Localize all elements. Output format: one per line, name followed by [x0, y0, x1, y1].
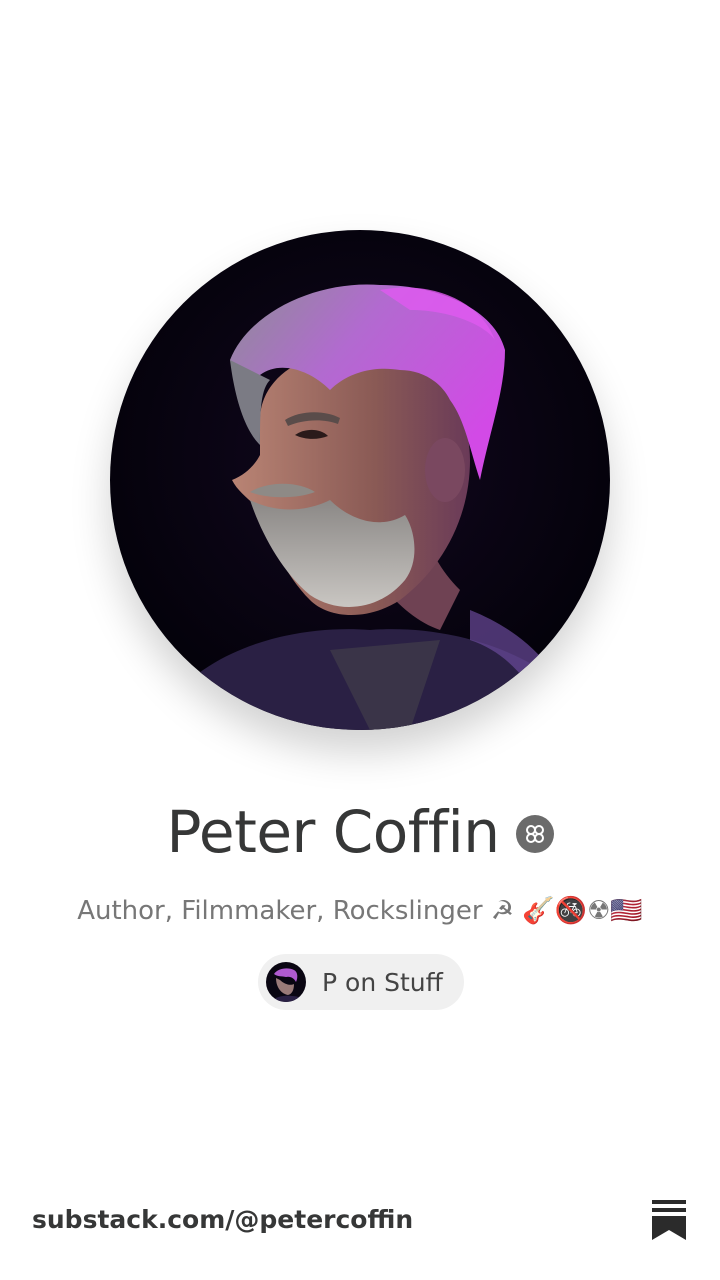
- founding-badge-icon[interactable]: [515, 815, 554, 853]
- substack-logo-icon[interactable]: [652, 1200, 686, 1240]
- publication-name: P on Stuff: [322, 967, 443, 997]
- profile-bio: Author, Filmmaker, Rockslinger ☭ 🎸🚳☢🇺🇸: [77, 896, 643, 926]
- badge-glyph: [525, 825, 544, 843]
- publication-link-button[interactable]: P on Stuff: [258, 954, 464, 1010]
- profile-avatar: [110, 230, 610, 730]
- profile-name-row: Peter Coffin: [0, 790, 720, 874]
- profile-photo: [110, 230, 610, 730]
- profile-url-link[interactable]: substack.com/@petercoffin: [32, 1200, 413, 1240]
- publication-avatar: [266, 962, 306, 1002]
- profile-page: Peter Coffin Author, Filmmaker, Rockslin…: [0, 0, 720, 1280]
- profile-name: Peter Coffin: [166, 798, 501, 866]
